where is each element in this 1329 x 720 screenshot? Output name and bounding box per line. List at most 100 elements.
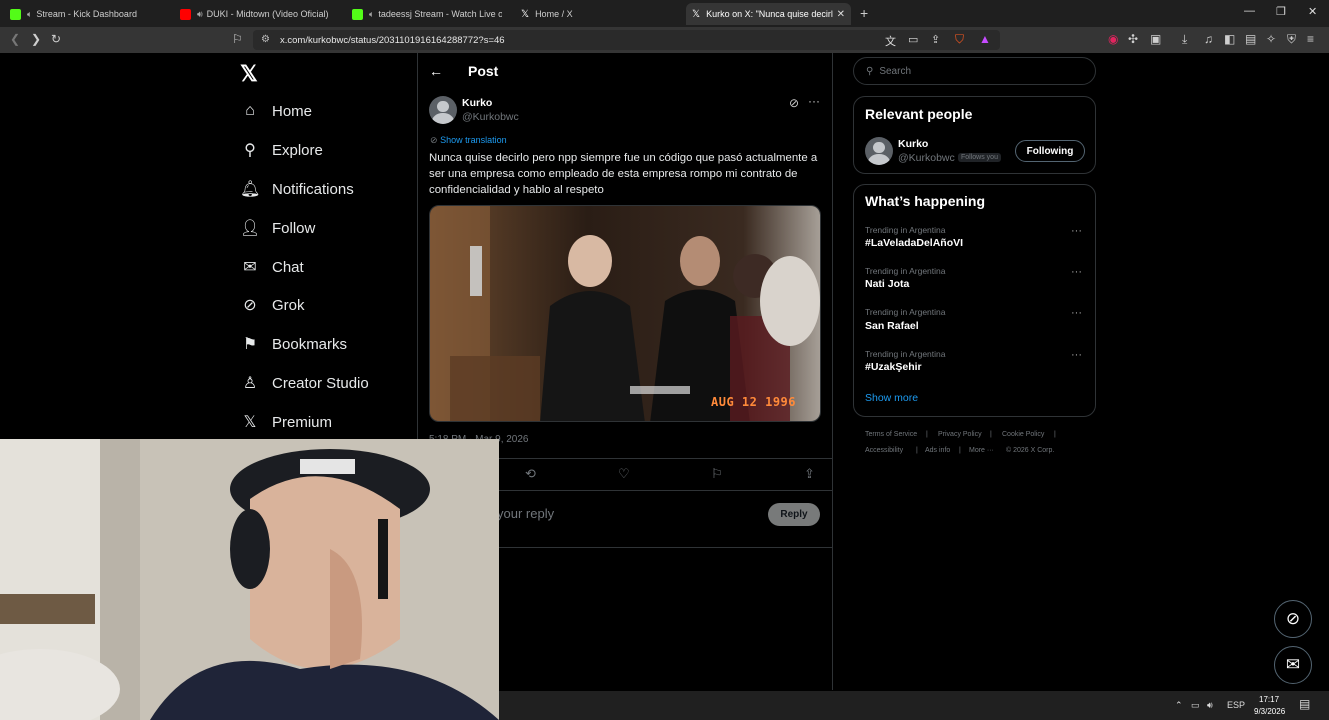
back-icon[interactable]: ❮ bbox=[10, 32, 20, 46]
close-window-button[interactable]: ✕ bbox=[1308, 5, 1317, 18]
vpn-icon[interactable]: ⛨ bbox=[1287, 32, 1296, 47]
follows-you-badge: Follows you bbox=[958, 153, 1001, 162]
leo-icon[interactable]: ✧ bbox=[1266, 32, 1276, 46]
like-icon[interactable]: ♡ bbox=[618, 466, 630, 482]
address-bar[interactable]: ⚙ x.com/kurkobwc/status/2031101916164288… bbox=[253, 30, 1000, 50]
trend-name[interactable]: Nati Jota bbox=[865, 278, 909, 290]
trend-more-icon[interactable]: ··· bbox=[1071, 349, 1082, 361]
share-icon[interactable]: ⇪ bbox=[931, 33, 940, 46]
close-tab-icon[interactable]: ✕ bbox=[837, 9, 845, 20]
media-icon[interactable]: ♫ bbox=[1204, 32, 1213, 46]
sidebar-icon[interactable]: ◧ bbox=[1224, 32, 1235, 46]
trend-context: Trending in Argentina bbox=[865, 266, 946, 276]
search-icon: ⚲ bbox=[244, 142, 256, 159]
menu-icon[interactable]: ≡ bbox=[1307, 32, 1314, 46]
translate-icon: ⊘ bbox=[430, 135, 438, 145]
footer-link[interactable]: Terms of Service bbox=[865, 431, 917, 438]
extensions-icon[interactable]: ✣ bbox=[1128, 32, 1138, 46]
trend-context: Trending in Argentina bbox=[865, 225, 946, 235]
clock-date[interactable]: 9/3/2026 bbox=[1254, 707, 1285, 716]
cast-icon[interactable]: ▭ bbox=[908, 33, 918, 46]
bookmark-icon: ⚑ bbox=[242, 336, 258, 353]
repost-icon[interactable]: ⟲ bbox=[525, 466, 536, 482]
grok-floating-button[interactable]: ⊘ bbox=[1274, 600, 1312, 638]
reply-input[interactable]: your reply bbox=[497, 506, 554, 521]
nav-notifications[interactable]: 🔔︎ Notifications bbox=[240, 174, 354, 204]
browser-tab[interactable]: 𝕏 Home / X bbox=[521, 3, 671, 25]
notifications-icon[interactable]: ▤ bbox=[1299, 697, 1310, 711]
mute-icon: 🔈︎ bbox=[27, 8, 33, 19]
clock-time[interactable]: 17:17 bbox=[1259, 695, 1279, 704]
chevron-up-icon[interactable]: ⌃ bbox=[1175, 700, 1183, 711]
trend-more-icon[interactable]: ··· bbox=[1071, 266, 1082, 278]
nav-bookmarks[interactable]: ⚑ Bookmarks bbox=[240, 329, 347, 359]
trend-context: Trending in Argentina bbox=[865, 349, 946, 359]
wallet-icon[interactable]: ▤ bbox=[1245, 32, 1256, 46]
webcam-feed bbox=[0, 439, 499, 720]
pip-icon[interactable]: ▣ bbox=[1150, 32, 1161, 46]
restore-button[interactable]: ❐ bbox=[1276, 5, 1286, 18]
browser-tab[interactable]: 🔊︎ DUKI - Midtown (Video Oficial) - bbox=[180, 3, 330, 25]
bookmark-page-icon[interactable]: ⚐ bbox=[232, 32, 243, 46]
trend-name[interactable]: #LaVeladaDelAñoVI bbox=[865, 237, 963, 249]
site-info-icon[interactable]: ⚙ bbox=[261, 34, 270, 45]
grok-icon: ⊘ bbox=[1285, 609, 1301, 628]
network-icon[interactable]: ▭ bbox=[1191, 700, 1200, 711]
following-button[interactable]: Following bbox=[1015, 140, 1085, 162]
footer-link[interactable]: Privacy Policy bbox=[938, 431, 982, 438]
browser-tab[interactable]: 🔈︎ tadeessj Stream - Watch Live on bbox=[352, 3, 502, 25]
new-tab-button[interactable]: + bbox=[860, 5, 868, 21]
nav-creator-studio[interactable]: ♙ Creator Studio bbox=[240, 368, 369, 398]
back-arrow-icon[interactable]: ← bbox=[429, 63, 443, 79]
trend-name[interactable]: #UzakŞehir bbox=[865, 361, 922, 373]
footer-link[interactable]: Cookie Policy bbox=[1002, 431, 1044, 438]
trend-more-icon[interactable]: ··· bbox=[1071, 225, 1082, 237]
download-icon[interactable]: ⤓ bbox=[1182, 32, 1187, 47]
bookmark-icon[interactable]: ⚐ bbox=[711, 466, 723, 482]
post-photo bbox=[430, 206, 820, 421]
nav-home[interactable]: ⌂ Home bbox=[240, 96, 312, 126]
brave-shield-icon[interactable]: ⛉ bbox=[955, 32, 964, 47]
author-name[interactable]: Kurko bbox=[462, 97, 492, 109]
trend-name[interactable]: San Rafael bbox=[865, 320, 919, 332]
trend-more-icon[interactable]: ··· bbox=[1071, 307, 1082, 319]
show-more-link[interactable]: Show more bbox=[865, 392, 918, 404]
author-handle[interactable]: @Kurkobwc bbox=[462, 111, 519, 123]
creator-icon: ♙ bbox=[242, 375, 258, 392]
tab-title: tadeessj Stream - Watch Live on bbox=[378, 9, 502, 19]
browser-tab[interactable]: 🔈︎ Stream - Kick Dashboard bbox=[10, 3, 170, 25]
more-options-icon[interactable]: ··· bbox=[808, 94, 820, 108]
language-indicator[interactable]: ESP bbox=[1227, 700, 1245, 710]
nav-grok[interactable]: ⊘ Grok bbox=[240, 290, 304, 320]
forward-icon[interactable]: ❯ bbox=[31, 32, 41, 46]
nav-label: Premium bbox=[272, 413, 333, 431]
post-image[interactable]: AUG 12 1996 bbox=[429, 205, 821, 422]
photo-date-stamp: AUG 12 1996 bbox=[711, 395, 796, 409]
grok-icon: ⊘ bbox=[243, 297, 257, 314]
footer-link[interactable]: More ··· bbox=[969, 447, 994, 454]
reload-icon[interactable]: ↻ bbox=[51, 32, 61, 46]
messages-floating-button[interactable]: ✉ bbox=[1274, 646, 1312, 684]
nav-explore[interactable]: ⚲ Explore bbox=[240, 135, 323, 165]
nav-chat[interactable]: ✉ Chat bbox=[240, 252, 303, 282]
author-avatar[interactable] bbox=[429, 96, 457, 124]
minimize-button[interactable]: — bbox=[1244, 5, 1255, 17]
person-avatar[interactable] bbox=[865, 137, 893, 165]
person-handle[interactable]: @Kurkobwc bbox=[898, 152, 955, 164]
volume-icon[interactable]: 🔊︎ bbox=[1207, 700, 1213, 711]
x-logo-icon[interactable]: 𝕏 bbox=[240, 61, 258, 87]
footer-link[interactable]: Accessibility bbox=[865, 447, 903, 454]
record-icon[interactable]: ◉ bbox=[1108, 32, 1118, 46]
share-icon[interactable]: ⇪ bbox=[804, 466, 815, 482]
nav-premium[interactable]: 𝕏 Premium bbox=[240, 407, 332, 437]
person-name[interactable]: Kurko bbox=[898, 138, 928, 150]
browser-tab-active[interactable]: 𝕏 Kurko on X: "Nunca quise decirl ✕ bbox=[686, 3, 851, 25]
show-translation-link[interactable]: ⊘ Show translation bbox=[430, 135, 507, 146]
translate-icon[interactable]: 文 bbox=[885, 33, 896, 49]
nav-follow[interactable]: 👤︎ Follow bbox=[240, 213, 315, 243]
grok-icon[interactable]: ⊘ bbox=[789, 96, 799, 110]
reply-button[interactable]: Reply bbox=[768, 503, 820, 526]
brave-rewards-icon[interactable]: ▲ bbox=[979, 32, 991, 46]
search-input[interactable]: ⚲ Search bbox=[853, 57, 1096, 85]
footer-link[interactable]: Ads info bbox=[925, 447, 950, 454]
